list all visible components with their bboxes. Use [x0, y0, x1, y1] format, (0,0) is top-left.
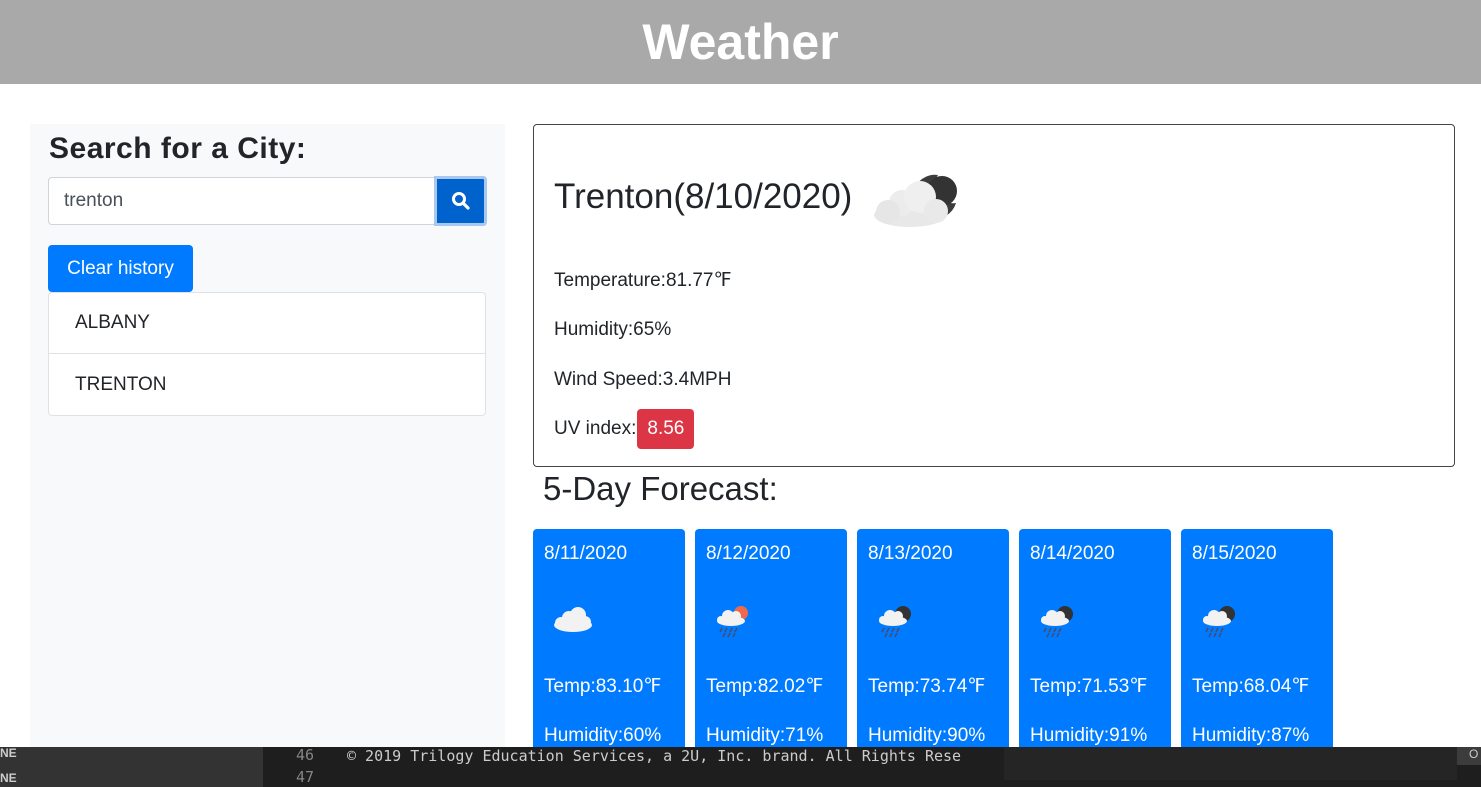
search-heading: Search for a City: [49, 132, 307, 165]
rain-night-icon [1203, 606, 1235, 638]
search-history-list: ALBANY TRENTON [48, 292, 486, 416]
search-button[interactable] [434, 176, 487, 226]
uv-badge: 8.56 [637, 409, 695, 449]
cloud-icon [554, 607, 592, 632]
clear-history-button[interactable]: Clear history [48, 245, 193, 292]
forecast-card: 8/14/2020 Temp:71.53℉ Humidity:91% [1019, 529, 1171, 759]
forecast-temp: Temp:68.04℉ [1192, 676, 1310, 697]
side-panel-label: NE [0, 771, 17, 785]
current-uv-index: UV index: 8.56 [554, 409, 695, 449]
page-title: Weather [642, 14, 839, 70]
forecast-temp: Temp:73.74℉ [868, 676, 986, 697]
forecast-date: 8/12/2020 [706, 543, 791, 564]
forecast-date: 8/11/2020 [544, 543, 628, 564]
night-cloudy-icon [874, 174, 957, 227]
editor-panel [1004, 747, 1457, 780]
forecast-temp: Temp:71.53℉ [1030, 676, 1148, 697]
forecast-card: 8/11/2020 Temp:83.10℉ Humidity:60% [533, 529, 685, 759]
forecast-card: 8/15/2020 Temp:68.04℉ Humidity:87% [1181, 529, 1333, 759]
rain-night-icon [879, 606, 911, 638]
current-city-date: Trenton(8/10/2020) [554, 177, 853, 216]
line-number: 46 [296, 747, 315, 764]
rain-sun-icon [717, 606, 748, 638]
code-line: © 2019 Trilogy Education Services, a 2U,… [347, 747, 962, 765]
history-item-trenton[interactable]: TRENTON [49, 354, 485, 415]
forecast-card: 8/13/2020 Temp:73.74℉ Humidity:90% [857, 529, 1009, 759]
forecast-date: 8/13/2020 [868, 543, 953, 564]
line-number: 47 [296, 768, 315, 786]
forecast-humidity: Humidity:71% [706, 725, 824, 746]
forecast-humidity: Humidity:90% [868, 725, 986, 746]
code-editor-strip: NE NE 46 47 © 2019 Trilogy Education Ser… [0, 747, 1481, 787]
history-item-albany[interactable]: ALBANY [49, 293, 485, 354]
page-header: Weather [0, 0, 1481, 84]
forecast-card: 8/12/2020 Temp:82.02℉ Humidity:71% [695, 529, 847, 759]
search-icon [451, 192, 470, 210]
current-weather-card: Trenton(8/10/2020) Temperature:81.77℉ Hu… [533, 124, 1455, 467]
forecast-temp: Temp:83.10℉ [544, 676, 662, 697]
current-wind-speed: Wind Speed:3.4MPH [554, 369, 732, 390]
current-temperature: Temperature:81.77℉ [554, 270, 732, 291]
forecast-title: 5-Day Forecast: [543, 470, 778, 507]
current-humidity: Humidity:65% [554, 319, 672, 340]
editor-corner-button[interactable]: O [1457, 747, 1481, 765]
forecast-humidity: Humidity:60% [544, 725, 662, 746]
forecast-date: 8/14/2020 [1030, 543, 1115, 564]
search-sidebar: Search for a City: Clear history ALBANY … [30, 124, 505, 747]
forecast-date: 8/15/2020 [1192, 543, 1277, 564]
side-panel-label: NE [0, 747, 17, 760]
forecast-humidity: Humidity:87% [1192, 725, 1310, 746]
forecast-humidity: Humidity:91% [1030, 725, 1148, 746]
forecast-temp: Temp:82.02℉ [706, 676, 824, 697]
editor-side-panel: NE NE [0, 747, 263, 787]
rain-night-icon [1041, 606, 1073, 638]
city-search-input[interactable] [48, 177, 436, 225]
